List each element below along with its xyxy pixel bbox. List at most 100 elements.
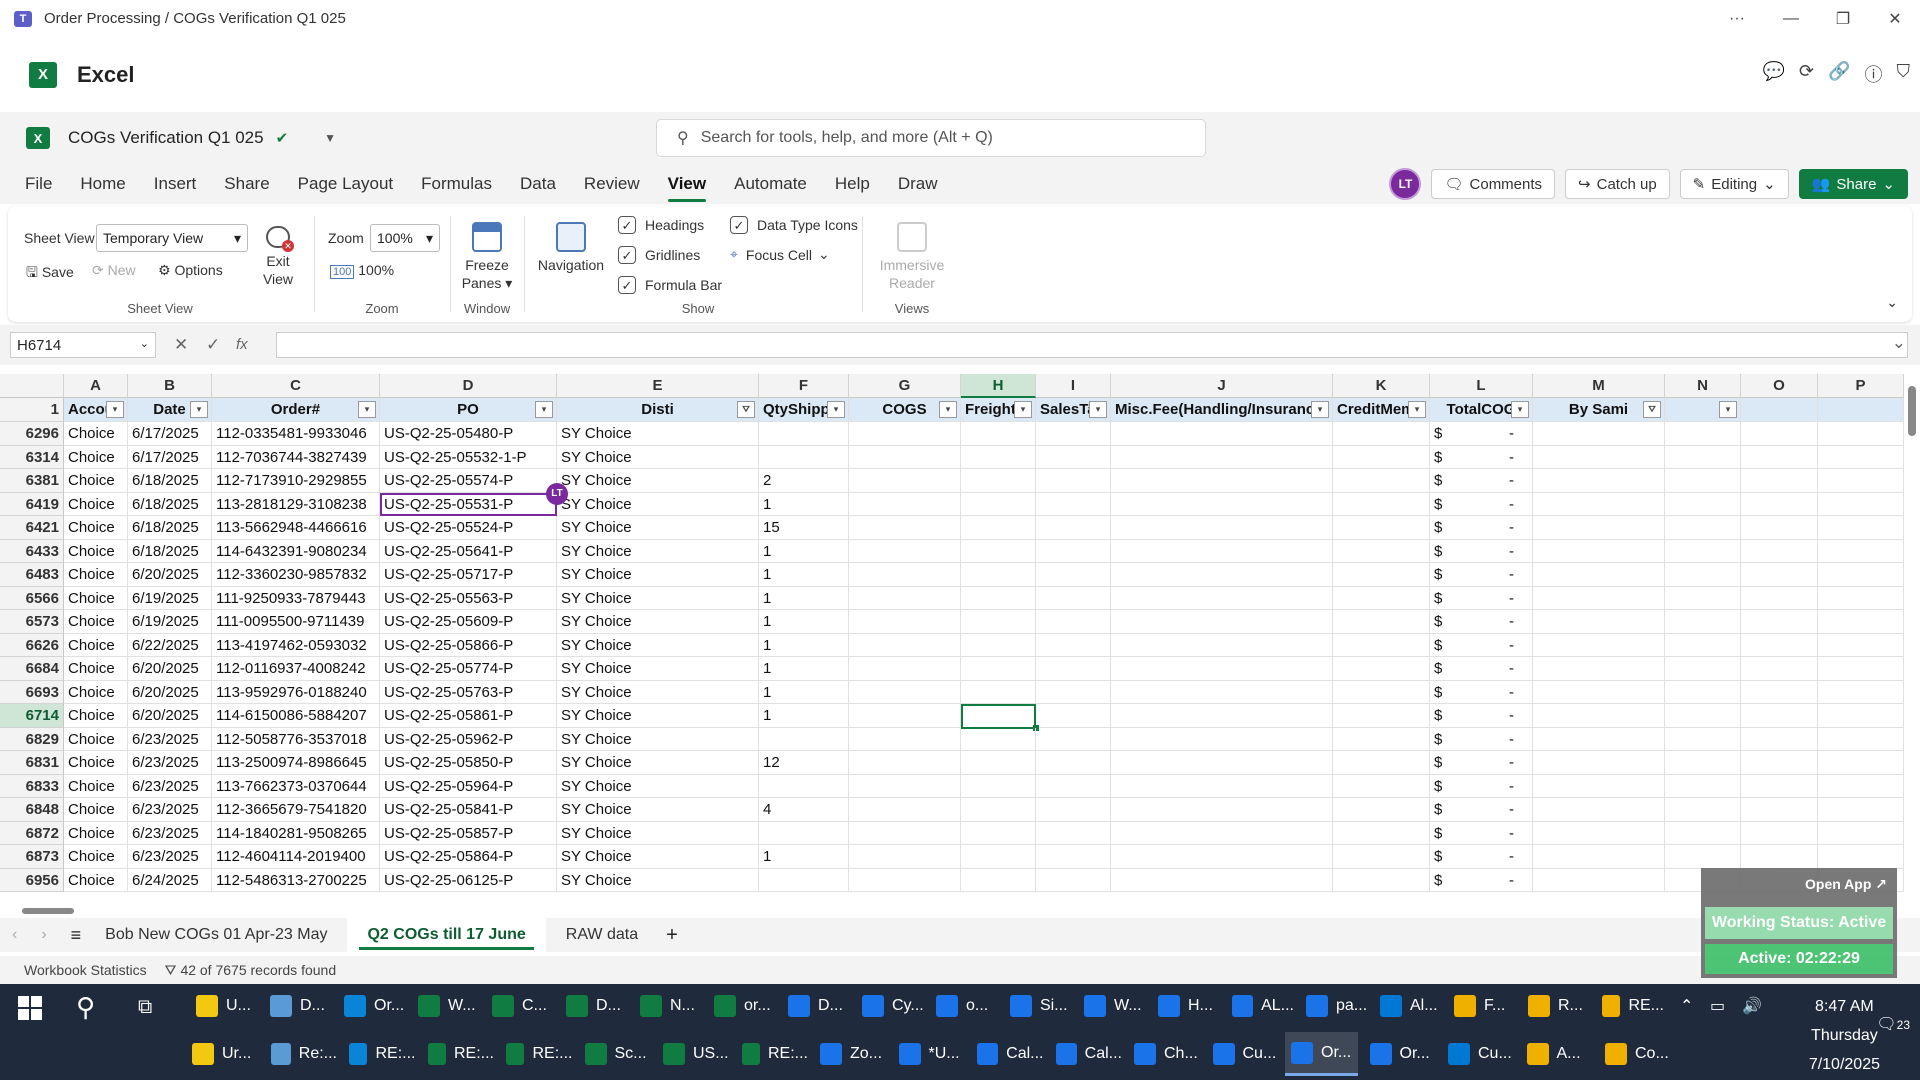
header-cell[interactable]: PO ▾ bbox=[380, 398, 557, 422]
grid-cell[interactable]: US-Q2-25-05964-P bbox=[380, 774, 557, 798]
grid-cell[interactable] bbox=[1333, 798, 1430, 822]
grid-cell[interactable] bbox=[1741, 774, 1818, 798]
grid-cell[interactable]: SY Choice bbox=[557, 422, 759, 446]
formula-input[interactable] bbox=[276, 332, 1908, 358]
grid-cell[interactable] bbox=[1818, 539, 1904, 563]
grid-cell[interactable] bbox=[1818, 727, 1904, 751]
tab-share[interactable]: Share bbox=[210, 164, 283, 204]
taskbar-app[interactable]: Cal... bbox=[1050, 1032, 1122, 1076]
grid-cell[interactable]: 1 bbox=[759, 633, 849, 657]
grid-cell[interactable]: 6/18/2025 bbox=[128, 516, 212, 540]
grid-cell[interactable] bbox=[1111, 516, 1333, 540]
grid-cell[interactable] bbox=[1818, 610, 1904, 634]
grid-cell[interactable] bbox=[1818, 680, 1904, 704]
row-header[interactable]: 6419 bbox=[0, 492, 64, 516]
grid-cell[interactable] bbox=[1818, 445, 1904, 469]
grid-cell[interactable] bbox=[1818, 845, 1904, 869]
column-header-d[interactable]: D bbox=[380, 374, 557, 398]
grid-cell[interactable] bbox=[1333, 586, 1430, 610]
grid-cell[interactable] bbox=[1665, 492, 1741, 516]
grid-cell[interactable] bbox=[1533, 539, 1665, 563]
grid-cell[interactable]: 113-4197462-0593032 bbox=[212, 633, 380, 657]
grid-cell[interactable] bbox=[1111, 868, 1333, 892]
tab-file[interactable]: File bbox=[11, 164, 66, 204]
grid-cell[interactable]: 15 bbox=[759, 516, 849, 540]
grid-cell[interactable] bbox=[1533, 821, 1665, 845]
grid-cell[interactable]: $ - bbox=[1430, 610, 1533, 634]
filter-dropdown-icon[interactable]: ▾ bbox=[1014, 401, 1032, 418]
header-cell[interactable]: COGS ▾ bbox=[849, 398, 961, 422]
grid-cell[interactable]: $ - bbox=[1430, 821, 1533, 845]
grid-cell[interactable] bbox=[1665, 563, 1741, 587]
grid-cell[interactable] bbox=[849, 492, 961, 516]
header-cell[interactable]: ▾ bbox=[1665, 398, 1741, 422]
grid-cell[interactable]: Choice bbox=[64, 680, 128, 704]
row-header[interactable]: 1 bbox=[0, 398, 64, 422]
editing-mode-button[interactable]: ✎ Editing ⌄ bbox=[1679, 169, 1789, 199]
grid-cell[interactable] bbox=[849, 680, 961, 704]
grid-cell[interactable]: 6/23/2025 bbox=[128, 774, 212, 798]
grid-cell[interactable] bbox=[1036, 422, 1111, 446]
grid-cell[interactable] bbox=[1533, 868, 1665, 892]
horizontal-scroll-thumb[interactable] bbox=[22, 908, 74, 914]
filter-dropdown-icon[interactable]: ▾ bbox=[1089, 401, 1107, 418]
filter-dropdown-icon[interactable]: ▾ bbox=[1311, 401, 1329, 418]
collapse-ribbon-icon[interactable]: ⌄ bbox=[1886, 294, 1898, 311]
grid-cell[interactable] bbox=[1665, 586, 1741, 610]
grid-cell[interactable]: 6/18/2025 bbox=[128, 539, 212, 563]
grid-cell[interactable] bbox=[1533, 704, 1665, 728]
grid-cell[interactable] bbox=[1533, 680, 1665, 704]
more-options-button[interactable]: ··· bbox=[1714, 0, 1760, 37]
grid-cell[interactable] bbox=[1333, 633, 1430, 657]
header-cell[interactable] bbox=[1741, 398, 1818, 422]
grid-cell[interactable] bbox=[1533, 751, 1665, 775]
taskbar-app[interactable]: C... bbox=[486, 984, 554, 1028]
grid-cell[interactable]: 6/18/2025 bbox=[128, 492, 212, 516]
grid-cell[interactable] bbox=[849, 751, 961, 775]
grid-cell[interactable]: US-Q2-25-05717-P bbox=[380, 563, 557, 587]
grid-cell[interactable] bbox=[759, 868, 849, 892]
grid-cell[interactable] bbox=[961, 516, 1036, 540]
grid-cell[interactable] bbox=[1533, 586, 1665, 610]
grid-cell[interactable] bbox=[961, 610, 1036, 634]
next-sheet-icon[interactable]: › bbox=[41, 926, 46, 944]
grid-cell[interactable] bbox=[1333, 845, 1430, 869]
grid-cell[interactable]: SY Choice bbox=[557, 680, 759, 704]
taskbar-app[interactable]: Co... bbox=[1599, 1032, 1672, 1076]
grid-cell[interactable] bbox=[961, 845, 1036, 869]
grid-cell[interactable] bbox=[1333, 704, 1430, 728]
maximize-button[interactable]: ❐ bbox=[1820, 0, 1866, 37]
grid-cell[interactable] bbox=[1741, 516, 1818, 540]
grid-cell[interactable] bbox=[1036, 798, 1111, 822]
grid-cell[interactable]: US-Q2-25-05850-P bbox=[380, 751, 557, 775]
grid-cell[interactable]: 6/20/2025 bbox=[128, 704, 212, 728]
grid-cell[interactable] bbox=[1533, 610, 1665, 634]
grid-cell[interactable] bbox=[961, 586, 1036, 610]
spreadsheet-grid[interactable]: A B C D E F G H I J K L M N O P 1 Accou ▾ Date ▾ Order# ▾ PO ▾ Di… bbox=[0, 374, 1920, 906]
grid-cell[interactable] bbox=[1741, 798, 1818, 822]
grid-cell[interactable] bbox=[1333, 563, 1430, 587]
taskbar-app[interactable]: Or... bbox=[1285, 1032, 1358, 1076]
grid-cell[interactable]: $ - bbox=[1430, 751, 1533, 775]
grid-cell[interactable] bbox=[1333, 774, 1430, 798]
grid-cell[interactable]: 1 bbox=[759, 586, 849, 610]
grid-cell[interactable]: 112-7173910-2929855 bbox=[212, 469, 380, 493]
grid-cell[interactable]: 113-5662948-4466616 bbox=[212, 516, 380, 540]
grid-cell[interactable] bbox=[1818, 586, 1904, 610]
header-cell[interactable]: Date ▾ bbox=[128, 398, 212, 422]
grid-cell[interactable]: 113-7662373-0370644 bbox=[212, 774, 380, 798]
taskbar-app[interactable]: D... bbox=[782, 984, 850, 1028]
grid-cell[interactable] bbox=[1741, 539, 1818, 563]
grid-cell[interactable]: 1 bbox=[759, 704, 849, 728]
taskbar-app[interactable]: W... bbox=[412, 984, 480, 1028]
filter-dropdown-icon[interactable]: ▾ bbox=[1511, 401, 1529, 418]
grid-cell[interactable]: SY Choice bbox=[557, 727, 759, 751]
grid-cell[interactable]: SY Choice bbox=[557, 539, 759, 563]
grid-cell[interactable]: US-Q2-25-06125-P bbox=[380, 868, 557, 892]
grid-cell[interactable]: 6/19/2025 bbox=[128, 586, 212, 610]
exit-view-button[interactable]: ✕ Exit View bbox=[254, 226, 302, 288]
filter-dropdown-icon[interactable]: ▾ bbox=[535, 401, 553, 418]
grid-cell[interactable] bbox=[849, 798, 961, 822]
grid-cell[interactable] bbox=[1333, 469, 1430, 493]
grid-cell[interactable]: $ - bbox=[1430, 586, 1533, 610]
